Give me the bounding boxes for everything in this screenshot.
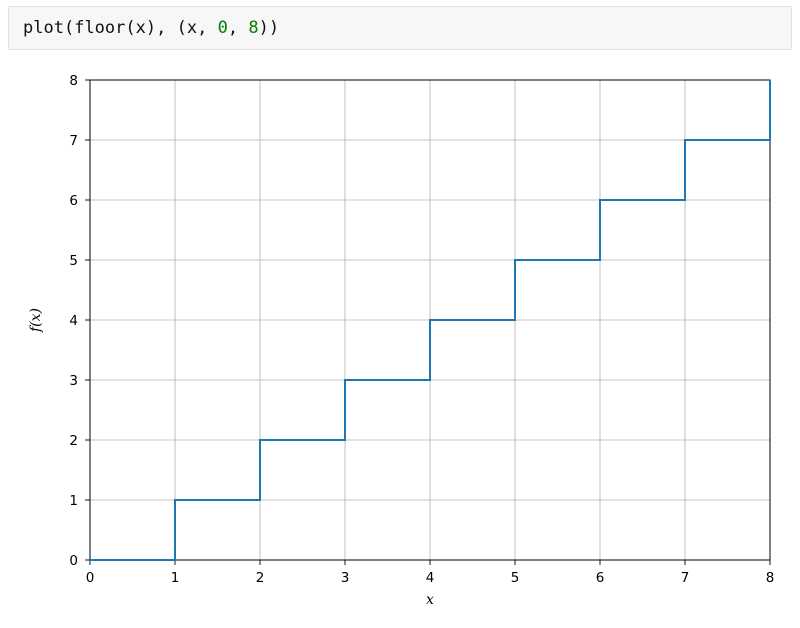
x-tick-label: 1 bbox=[171, 570, 180, 586]
x-tick-label: 8 bbox=[766, 570, 775, 586]
x-tick-label: 0 bbox=[86, 570, 95, 586]
code-token-ident: x bbox=[136, 18, 146, 38]
x-axis-label: x bbox=[426, 592, 434, 608]
code-token-ident: x bbox=[187, 18, 197, 38]
code-token-punc: ( bbox=[125, 18, 135, 38]
x-tick-label: 5 bbox=[511, 570, 520, 586]
code-token-punc: , bbox=[156, 18, 176, 38]
chart-svg: 0 1 2 3 4 5 6 7 8 0 1 2 3 4 5 6 7 8 x f(x) bbox=[10, 60, 790, 620]
y-tick-label: 3 bbox=[69, 373, 78, 389]
y-tick-label: 5 bbox=[69, 253, 78, 269]
code-token-punc: ) bbox=[259, 18, 269, 38]
code-token-num: 0 bbox=[218, 18, 228, 38]
y-tick-label: 8 bbox=[69, 73, 78, 89]
x-tick-label: 4 bbox=[426, 570, 435, 586]
y-tick-label: 6 bbox=[69, 193, 78, 209]
code-token-fn: floor bbox=[74, 18, 125, 38]
code-token-punc: ) bbox=[269, 18, 279, 38]
code-token-punc: , bbox=[197, 18, 217, 38]
chart: 0 1 2 3 4 5 6 7 8 0 1 2 3 4 5 6 7 8 x f(x) bbox=[10, 60, 790, 620]
x-tick-label: 6 bbox=[596, 570, 605, 586]
y-axis-label: f(x) bbox=[28, 308, 44, 333]
y-tick-label: 0 bbox=[69, 553, 78, 569]
x-tick-label: 7 bbox=[681, 570, 690, 586]
code-token-punc: ( bbox=[64, 18, 74, 38]
code-token-fn: plot bbox=[23, 18, 64, 38]
code-token-punc: ( bbox=[177, 18, 187, 38]
x-tick-label: 3 bbox=[341, 570, 350, 586]
code-cell: plot(floor(x), (x, 0, 8)) bbox=[8, 6, 792, 50]
y-tick-label: 4 bbox=[69, 313, 78, 329]
x-tick-label: 2 bbox=[256, 570, 265, 586]
code-token-punc: ) bbox=[146, 18, 156, 38]
y-tick-label: 1 bbox=[69, 493, 78, 509]
y-tick-label: 7 bbox=[69, 133, 78, 149]
code-token-num: 8 bbox=[248, 18, 258, 38]
y-tick-label: 2 bbox=[69, 433, 78, 449]
code-token-punc: , bbox=[228, 18, 248, 38]
